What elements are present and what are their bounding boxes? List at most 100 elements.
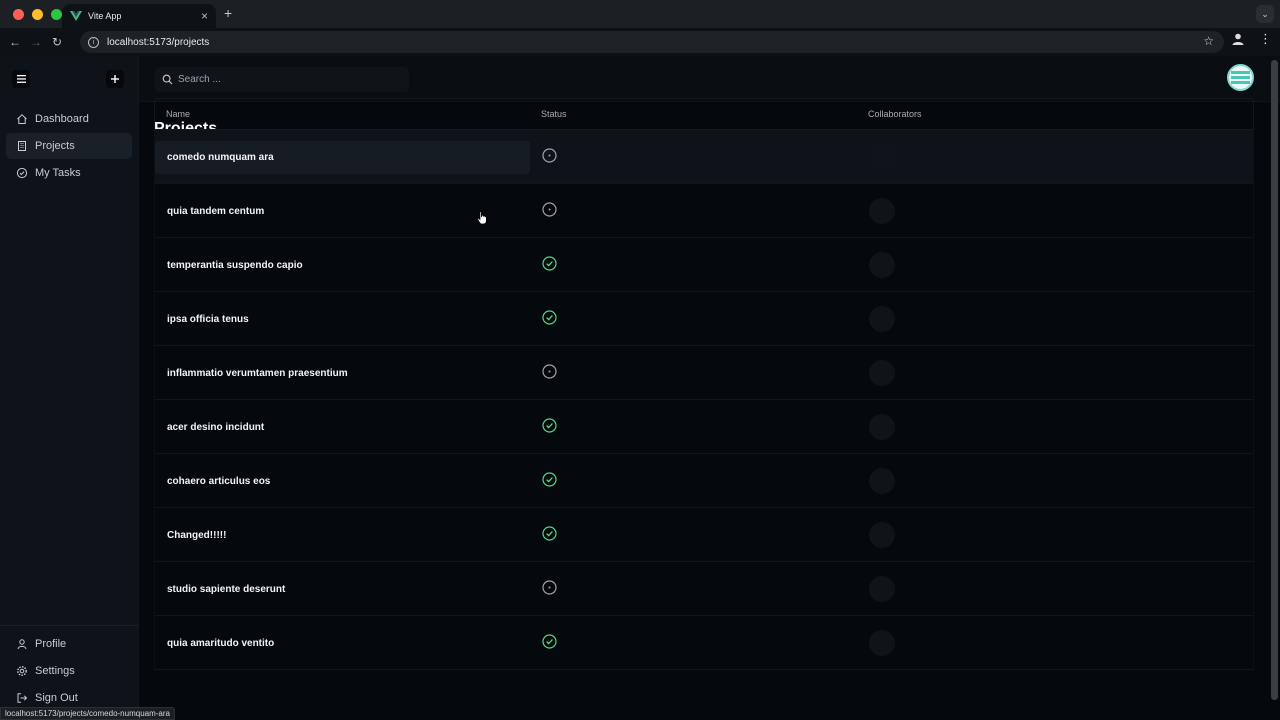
maximize-window-button[interactable] bbox=[51, 8, 62, 20]
table-header: Name Status Collaborators bbox=[154, 98, 1254, 130]
collaborator-avatar[interactable] bbox=[869, 630, 895, 656]
sidebar-nav: Dashboard Projects My Tasks bbox=[0, 106, 138, 186]
search-box[interactable] bbox=[155, 67, 409, 92]
table-row[interactable]: Changed!!!!! bbox=[154, 508, 1254, 562]
collaborator-avatar[interactable] bbox=[869, 360, 895, 386]
sidebar-item-label: Profile bbox=[35, 638, 67, 650]
sidebar-item-projects[interactable]: Projects bbox=[6, 133, 132, 159]
table-row[interactable]: quia tandem centum bbox=[154, 184, 1254, 238]
minimize-window-button[interactable] bbox=[32, 8, 43, 20]
project-name[interactable]: cohaero articulus eos bbox=[167, 476, 270, 487]
forward-button[interactable]: → bbox=[26, 32, 46, 52]
sidebar-item-dashboard[interactable]: Dashboard bbox=[6, 106, 132, 132]
table-body: comedo numquam ara quia tandem centum temp… bbox=[154, 130, 1254, 670]
menu-toggle-button[interactable] bbox=[12, 70, 30, 88]
close-tab-icon[interactable]: × bbox=[201, 9, 208, 23]
table-row[interactable]: temperantia suspendo capio bbox=[154, 238, 1254, 292]
browser-tab[interactable]: Vite App × bbox=[62, 4, 216, 28]
collaborator-avatar[interactable] bbox=[869, 198, 895, 224]
project-name[interactable]: comedo numquam ara bbox=[167, 152, 274, 163]
profile-icon[interactable] bbox=[1231, 32, 1245, 46]
collaborator-avatar[interactable] bbox=[869, 252, 895, 278]
collaborator-avatar[interactable] bbox=[869, 576, 895, 602]
browser-tab-bar: Vite App × + ⌄ bbox=[0, 0, 1280, 28]
hamburger-icon bbox=[16, 75, 26, 83]
completed-status-icon bbox=[542, 526, 557, 541]
column-header-status: Status bbox=[541, 109, 567, 119]
completed-status-icon bbox=[542, 418, 557, 433]
hand-cursor-icon bbox=[477, 211, 487, 225]
back-button[interactable]: ← bbox=[5, 32, 25, 52]
completed-status-icon bbox=[542, 256, 557, 271]
column-header-collaborators: Collaborators bbox=[868, 109, 922, 119]
scrollbar-thumb[interactable] bbox=[1271, 60, 1278, 700]
project-name[interactable]: quia tandem centum bbox=[167, 206, 264, 217]
add-project-button[interactable] bbox=[106, 70, 124, 88]
project-name[interactable]: quia amaritudo ventito bbox=[167, 638, 274, 649]
browser-menu-icon[interactable]: ⋮ bbox=[1259, 32, 1272, 46]
collaborator-avatar[interactable] bbox=[869, 306, 895, 332]
column-header-name: Name bbox=[166, 109, 191, 119]
table-row[interactable]: comedo numquam ara bbox=[154, 130, 1254, 184]
project-name[interactable]: ipsa officia tenus bbox=[167, 314, 249, 325]
tab-title: Vite App bbox=[88, 11, 122, 21]
plus-icon bbox=[111, 75, 119, 83]
collaborator-avatar[interactable] bbox=[869, 414, 895, 440]
in-progress-status-icon bbox=[542, 148, 557, 163]
sidebar-item-label: Settings bbox=[35, 665, 75, 677]
browser-toolbar: ← → ↻ i localhost:5173/projects ☆ ⋮ bbox=[0, 28, 1280, 56]
sidebar-bottom: Profile Settings Sign Out bbox=[0, 625, 138, 720]
window-controls bbox=[0, 8, 62, 20]
site-info-icon[interactable]: i bbox=[88, 36, 99, 48]
address-url: localhost:5173/projects bbox=[107, 36, 210, 48]
collaborator-avatar[interactable] bbox=[869, 468, 895, 494]
project-name[interactable]: studio sapiente deserunt bbox=[167, 584, 285, 595]
link-status-bar: localhost:5173/projects/comedo-numquam-a… bbox=[0, 707, 175, 720]
projects-table: Name Status Collaborators comedo numquam… bbox=[154, 98, 1254, 670]
user-icon bbox=[17, 639, 27, 650]
sidebar-item-label: Projects bbox=[35, 140, 75, 152]
check-circle-icon bbox=[16, 167, 28, 179]
tab-search-button[interactable]: ⌄ bbox=[1256, 5, 1274, 23]
project-name[interactable]: temperantia suspendo capio bbox=[167, 260, 303, 271]
sidebar-item-my-tasks[interactable]: My Tasks bbox=[6, 160, 132, 186]
sidebar-item-label: Dashboard bbox=[35, 113, 89, 125]
reload-button[interactable]: ↻ bbox=[47, 32, 67, 52]
completed-status-icon bbox=[542, 634, 557, 649]
vue-logo-icon bbox=[70, 11, 82, 21]
top-header bbox=[139, 56, 1280, 102]
table-row[interactable]: quia amaritudo ventito bbox=[154, 616, 1254, 670]
sidebar-item-label: Sign Out bbox=[35, 692, 78, 704]
project-name[interactable]: inflammatio verumtamen praesentium bbox=[167, 368, 348, 379]
sign-out-icon bbox=[17, 693, 28, 703]
project-name[interactable]: acer desino incidunt bbox=[167, 422, 264, 433]
collaborator-avatar[interactable] bbox=[869, 144, 895, 170]
table-row[interactable]: inflammatio verumtamen praesentium bbox=[154, 346, 1254, 400]
completed-status-icon bbox=[542, 472, 557, 487]
table-row[interactable]: studio sapiente deserunt bbox=[154, 562, 1254, 616]
new-tab-button[interactable]: + bbox=[224, 5, 232, 21]
table-row[interactable]: ipsa officia tenus bbox=[154, 292, 1254, 346]
in-progress-status-icon bbox=[542, 364, 557, 379]
gear-icon bbox=[17, 666, 27, 676]
search-input[interactable] bbox=[178, 74, 398, 85]
sidebar: Dashboard Projects My Tasks Profile Sett… bbox=[0, 56, 139, 720]
address-bar[interactable]: i localhost:5173/projects ☆ bbox=[80, 31, 1224, 53]
search-icon bbox=[162, 74, 173, 85]
in-progress-status-icon bbox=[542, 202, 557, 217]
table-row[interactable]: acer desino incidunt bbox=[154, 400, 1254, 454]
page-scrollbar[interactable] bbox=[1271, 60, 1278, 700]
building-icon bbox=[18, 141, 26, 151]
bookmark-star-icon[interactable]: ☆ bbox=[1203, 34, 1214, 48]
sidebar-item-profile[interactable]: Profile bbox=[6, 631, 132, 657]
close-window-button[interactable] bbox=[13, 8, 24, 20]
table-row[interactable]: cohaero articulus eos bbox=[154, 454, 1254, 508]
sidebar-item-settings[interactable]: Settings bbox=[6, 658, 132, 684]
sidebar-item-label: My Tasks bbox=[35, 167, 81, 179]
home-icon bbox=[17, 114, 27, 124]
project-name[interactable]: Changed!!!!! bbox=[167, 530, 226, 541]
completed-status-icon bbox=[542, 310, 557, 325]
in-progress-status-icon bbox=[542, 580, 557, 595]
collaborator-avatar[interactable] bbox=[869, 522, 895, 548]
avatar[interactable] bbox=[1227, 64, 1254, 91]
